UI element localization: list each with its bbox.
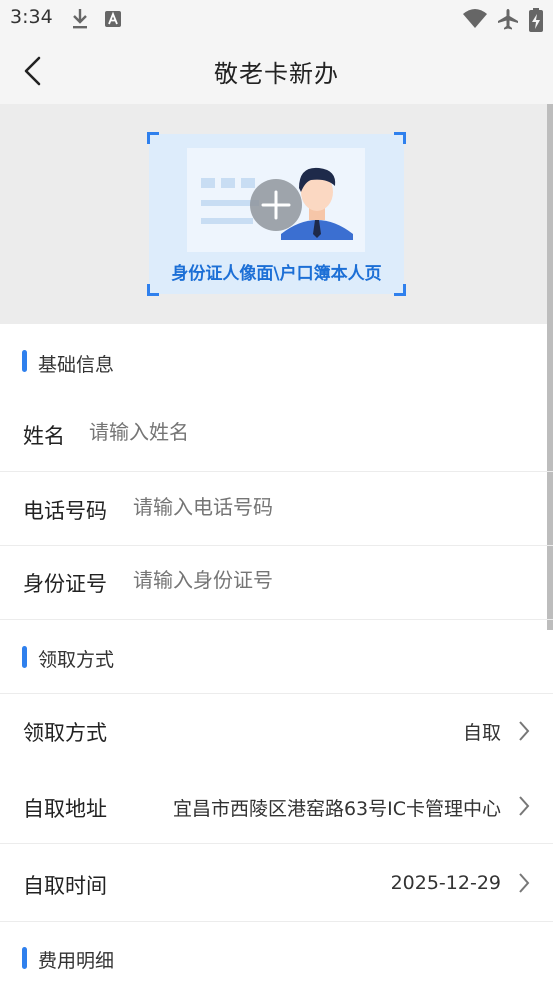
section-title: 领取方式: [38, 649, 115, 671]
name-row: 姓名: [0, 396, 553, 472]
chevron-right-icon: [519, 721, 530, 741]
phone-row: 电话号码: [0, 472, 553, 546]
upload-caption: 身份证人像面\户口簿本人页: [171, 264, 382, 284]
pickup-method-label: 领取方式: [23, 721, 107, 745]
frame-corner: [147, 132, 159, 144]
pickup-method-value: 自取: [462, 722, 501, 744]
section-basic-info: 基础信息: [0, 326, 553, 396]
upload-area: 身份证人像面\户口簿本人页: [0, 104, 553, 324]
name-input[interactable]: [89, 418, 509, 448]
name-label: 姓名: [23, 424, 65, 448]
pickup-address-row[interactable]: 自取地址 宜昌市西陵区港窑路63号IC卡管理中心: [0, 768, 553, 844]
pickup-address-label: 自取地址: [23, 797, 107, 821]
id-number-input[interactable]: [133, 566, 513, 596]
section-marker: [22, 947, 27, 969]
id-number-row: 身份证号: [0, 546, 553, 620]
section-fees: 费用明细: [0, 922, 553, 984]
title-bar: 敬老卡新办: [0, 38, 553, 104]
download-icon: [73, 9, 87, 29]
a-notification-icon: [105, 11, 121, 27]
airplane-icon: [498, 9, 518, 30]
frame-corner: [394, 132, 406, 144]
battery-charging-icon: [529, 8, 543, 32]
chevron-right-icon: [519, 873, 530, 893]
wifi-icon: [463, 9, 487, 28]
section-title: 基础信息: [38, 354, 115, 376]
section-marker: [22, 350, 27, 372]
pickup-method-row[interactable]: 领取方式 自取: [0, 694, 553, 768]
section-marker: [22, 646, 27, 668]
add-photo-icon: [250, 179, 302, 231]
pickup-time-row[interactable]: 自取时间 2025-12-29: [0, 844, 553, 922]
id-number-label: 身份证号: [23, 572, 107, 596]
section-title: 费用明细: [38, 950, 115, 972]
section-pickup: 领取方式: [0, 620, 553, 694]
phone-label: 电话号码: [23, 499, 107, 523]
chevron-right-icon: [519, 796, 530, 816]
id-photo-upload[interactable]: 身份证人像面\户口簿本人页: [147, 132, 406, 296]
page-title: 敬老卡新办: [214, 60, 339, 88]
frame-corner: [394, 284, 406, 296]
phone-input[interactable]: [133, 493, 513, 523]
pickup-time-label: 自取时间: [23, 874, 107, 898]
status-time: 3:34: [10, 6, 53, 28]
pickup-address-value: 宜昌市西陵区港窑路63号IC卡管理中心: [172, 798, 501, 820]
status-bar: 3:34: [0, 0, 553, 38]
pickup-time-value: 2025-12-29: [390, 872, 501, 894]
frame-corner: [147, 284, 159, 296]
